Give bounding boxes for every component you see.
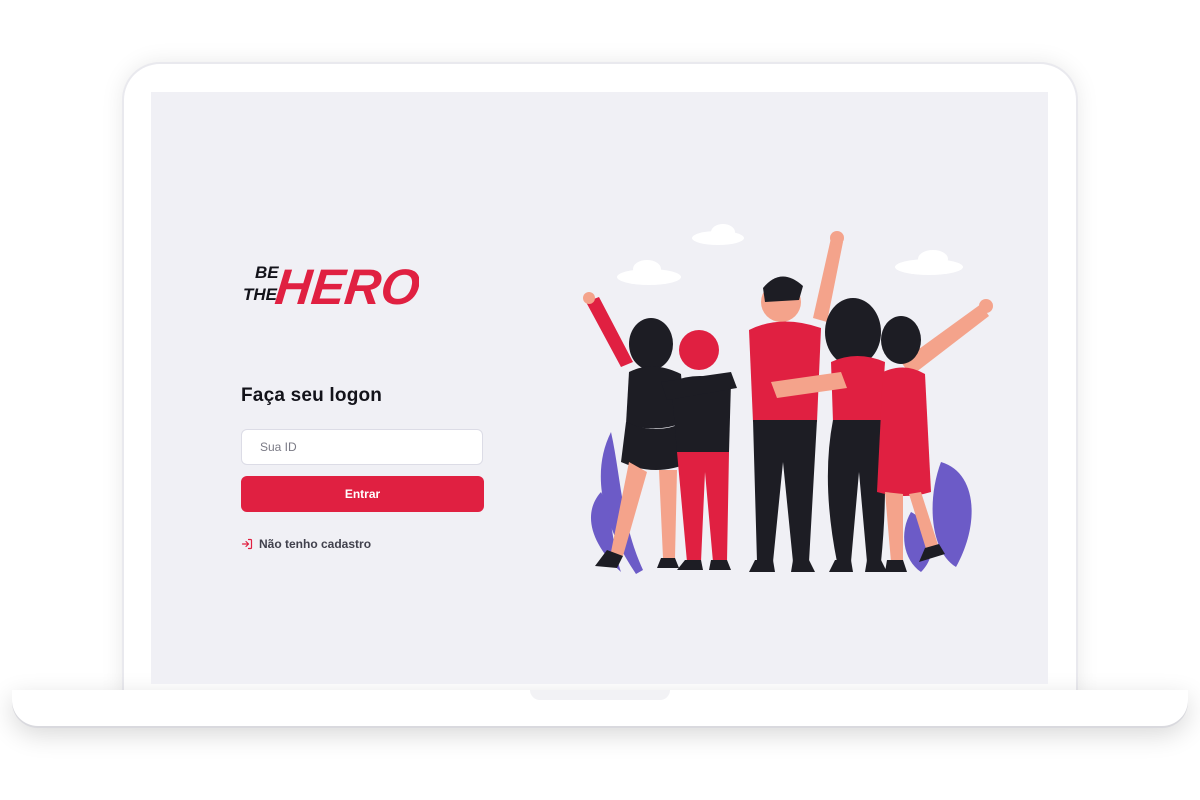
id-input[interactable] bbox=[241, 429, 483, 465]
laptop-notch bbox=[530, 690, 670, 700]
logo-text-the: THE bbox=[243, 285, 278, 304]
logo-text-hero: HERO bbox=[273, 259, 419, 315]
register-link-label: Não tenho cadastro bbox=[259, 537, 372, 551]
page-title: Faça seu logon bbox=[241, 385, 383, 406]
cloud-shapes bbox=[617, 224, 963, 285]
app-screen: BE THE HERO Faça seu logon Entrar Não te… bbox=[151, 92, 1048, 684]
register-link[interactable]: Não tenho cadastro bbox=[241, 537, 371, 551]
person-3 bbox=[749, 231, 844, 572]
be-the-hero-logo: BE THE HERO bbox=[243, 259, 419, 315]
heroes-illustration bbox=[583, 224, 993, 574]
login-button[interactable]: Entrar bbox=[241, 476, 484, 512]
log-in-icon bbox=[241, 538, 253, 550]
